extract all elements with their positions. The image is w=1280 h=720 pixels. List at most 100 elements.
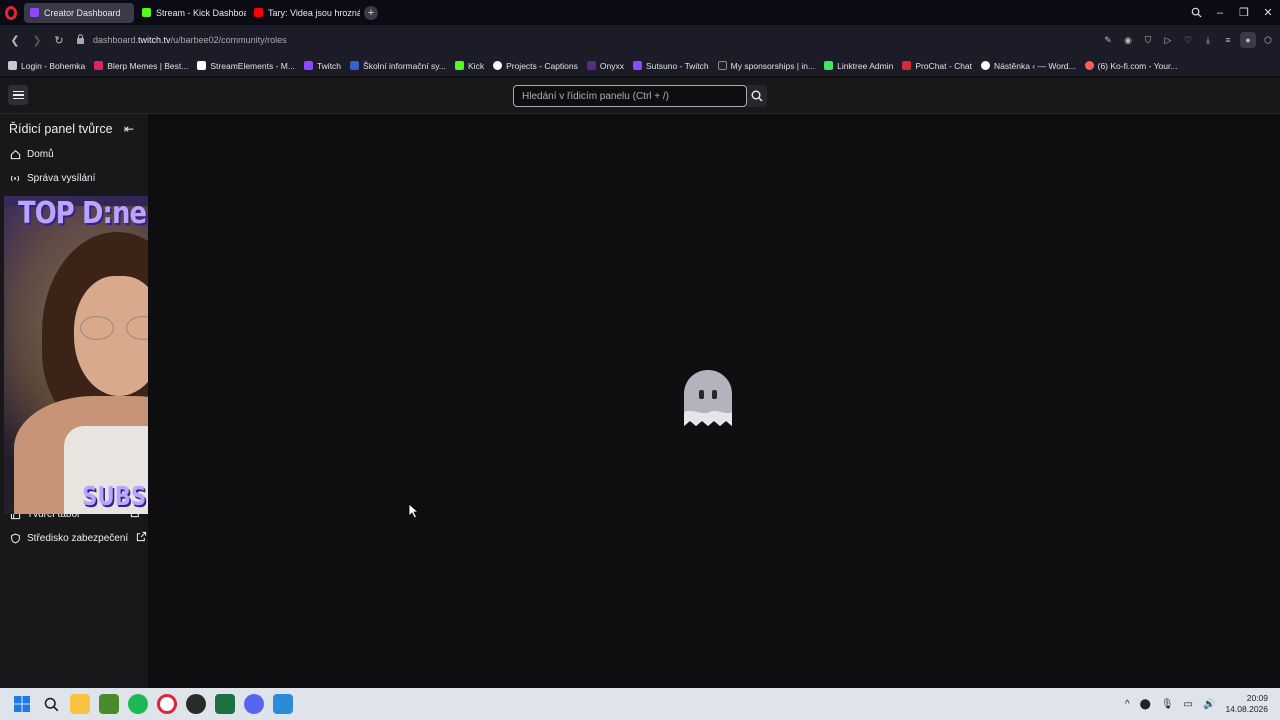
search-button[interactable] [747,85,767,107]
browser-tab-strip: Creator Dashboard Stream - Kick Dashboar… [0,0,1280,25]
bookmark-icon [824,61,834,70]
bookmark-icon [455,61,465,70]
window-controls: – ❐ ✕ [1184,0,1280,25]
obs-icon[interactable] [186,694,206,714]
download-icon[interactable]: ⤓ [1200,32,1216,48]
tab-creator-dashboard[interactable]: Creator Dashboard [24,2,134,23]
bookmark-icon [493,61,503,70]
tab-kick-dashboard[interactable]: Stream - Kick Dashboard [136,3,246,23]
taskbar-clock[interactable]: 20:09 14.08.2026 [1225,693,1268,715]
search-icon [751,90,763,102]
network-icon[interactable]: ▭ [1184,699,1193,710]
dashboard-search-input[interactable]: Hledání v řídicím panelu (Ctrl + /) [513,85,747,107]
mouse-cursor-icon [408,503,420,519]
bookmark-item[interactable]: Sutsuno - Twitch [632,61,709,71]
address-bar: ❮ ❯ ↻ dashboard.twitch.tv/u/barbee02/com… [0,25,1280,55]
forward-button[interactable]: ❯ [26,29,48,51]
collapse-sidebar-icon[interactable]: ⇤ [124,122,134,136]
browser-search-icon[interactable] [1184,0,1208,25]
bookmark-item[interactable]: My sponsorships | in... [717,61,815,71]
tab-label: Creator Dashboard [44,7,121,18]
steam-icon[interactable]: ⬤ [1140,699,1151,710]
bookmark-icon [717,61,727,70]
tab-label: Stream - Kick Dashboard [156,7,246,18]
bookmark-item[interactable]: Linktree Admin [824,61,893,71]
bookmark-icon [350,61,360,70]
shield-icon [9,532,21,544]
bookmark-icon [197,61,207,70]
bookmark-icon [1084,61,1094,70]
windows-start-icon[interactable] [12,694,32,714]
camera-icon[interactable]: ◉ [1120,32,1136,48]
bookmark-item[interactable]: ProChat - Chat [902,61,972,71]
url-field[interactable]: dashboard.twitch.tv/u/barbee02/community… [76,34,287,46]
opera-menu-icon[interactable] [0,0,22,25]
sidebar-item-security-center[interactable]: Středisko zabezpečení [9,531,147,545]
bookmark-item[interactable]: Login - Bohemka [8,61,85,71]
sidebar-title: Řídicí panel tvůrce [9,122,113,136]
close-window-button[interactable]: ✕ [1256,0,1280,25]
external-link-icon [136,531,147,545]
twitch-icon [30,8,39,17]
volume-icon[interactable]: 🔊 [1203,699,1215,710]
bookmark-item[interactable]: Blerp Memes | Best... [94,61,188,71]
bookmark-icon [902,61,912,70]
bookmark-icon [586,61,596,70]
play-icon[interactable]: ▷ [1160,32,1176,48]
clock-date: 14.08.2026 [1225,704,1268,714]
ghost-icon [684,370,732,426]
tab-label: Tary: Videa jsou hrozná, b [268,7,360,18]
file-explorer-icon[interactable] [70,694,90,714]
bookmark-icon [981,61,991,70]
profile-icon[interactable]: ● [1240,32,1256,48]
shield-icon[interactable]: ⛉ [1140,32,1156,48]
tab-youtube-video[interactable]: Tary: Videa jsou hrozná, b [248,3,360,23]
minecraft-icon[interactable] [99,694,119,714]
lock-icon [76,34,85,46]
sidebar-item-stream-manager[interactable]: Správa vysílání [9,172,95,184]
hamburger-menu-button[interactable] [8,85,28,105]
bookmark-item[interactable]: StreamElements - M... [197,61,295,71]
spotify-icon[interactable] [128,694,148,714]
main-content [148,114,1280,688]
bookmark-item[interactable]: Projects - Captions [493,61,578,71]
bookmark-item[interactable]: Kick [455,61,484,71]
photos-icon[interactable] [273,694,293,714]
kick-icon [142,8,151,17]
opera-icon[interactable] [157,694,177,714]
menu-icon[interactable]: ≡ [1220,32,1236,48]
bookmark-icon [632,61,642,70]
excel-icon[interactable] [215,694,235,714]
search-icon[interactable] [41,694,61,714]
search-placeholder: Hledání v řídicím panelu (Ctrl + /) [522,90,669,102]
home-icon [9,148,21,160]
bookmark-icon [8,61,17,70]
extensions-icon[interactable]: ⬡ [1260,32,1276,48]
bookmark-icon [94,61,104,70]
bookmark-item[interactable]: Nástěnka ‹ — Word... [981,61,1076,71]
twitch-top-nav: Hledání v řídicím panelu (Ctrl + /) [0,78,1280,114]
new-tab-button[interactable]: + [364,5,378,20]
bookmark-item[interactable]: Onyxx [586,61,624,71]
minimize-button[interactable]: – [1208,0,1232,25]
url-path: /u/barbee02/community/roles [170,35,287,45]
broadcast-icon [9,172,21,184]
back-button[interactable]: ❮ [4,29,26,51]
bookmark-item[interactable]: Twitch [303,61,341,71]
sidebar-item-home[interactable]: Domů [9,148,54,160]
bookmark-icon [303,61,313,70]
bookmark-item[interactable]: (6) Ko-fi.com - Your... [1084,61,1177,71]
windows-taskbar: ^ ⬤ 🎙 ▭ 🔊 20:09 14.08.2026 [0,688,1280,720]
bookmarks-bar: Login - Bohemka Blerp Memes | Best... St… [0,55,1280,76]
edit-icon[interactable]: ✎ [1100,32,1116,48]
sidebar-item-label: Domů [27,148,54,160]
chevron-up-icon[interactable]: ^ [1125,699,1130,710]
bookmark-item[interactable]: Školní informační sy... [350,61,446,71]
microphone-icon[interactable]: 🎙 [1161,699,1174,710]
reload-button[interactable]: ↻ [48,29,70,51]
sidebar-item-label: Středisko zabezpečení [27,532,129,544]
discord-icon[interactable] [244,694,264,714]
restore-button[interactable]: ❐ [1232,0,1256,25]
heart-icon[interactable]: ♡ [1180,32,1196,48]
clock-time: 20:09 [1246,693,1268,703]
